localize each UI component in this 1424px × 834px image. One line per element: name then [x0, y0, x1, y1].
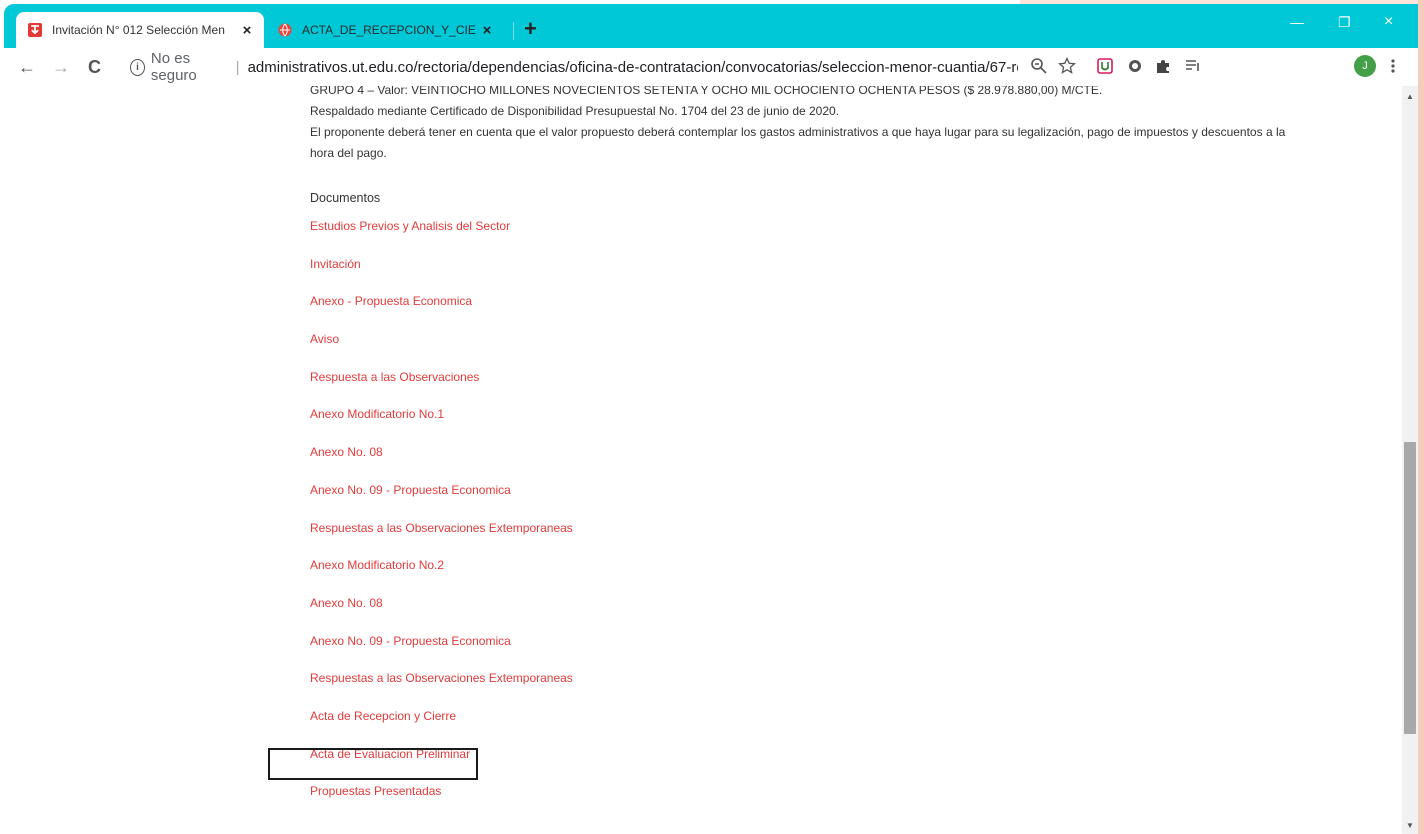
security-label: No es seguro [150, 50, 197, 84]
highlight-box [268, 748, 478, 780]
close-tab-icon[interactable]: × [236, 22, 258, 39]
doc-link[interactable]: Estudios Previos y Analisis del Sector [310, 219, 510, 233]
paragraph-grupo4: GRUPO 4 – Valor: VEINTIOCHO MILLONES NOV… [310, 86, 1103, 97]
tab-invitacion[interactable]: Invitación N° 012 Selección Men × [16, 12, 264, 48]
minimize-button[interactable]: — [1290, 12, 1304, 32]
close-tab-icon[interactable]: × [476, 22, 498, 39]
tab-bar: Invitación N° 012 Selección Men × ACTA_D… [4, 4, 1418, 48]
maximize-button[interactable]: ❐ [1338, 12, 1351, 32]
circle-extension-icon[interactable] [1126, 57, 1144, 75]
paragraph-certificado: Respaldado mediante Certificado de Dispo… [310, 104, 840, 118]
article-column: GRUPO 4 – Valor: VEINTIOCHO MILLONES NOV… [310, 86, 1310, 822]
scroll-up-arrow[interactable]: ▲ [1406, 92, 1414, 101]
page-content: GRUPO 4 – Valor: VEINTIOCHO MILLONES NOV… [4, 86, 1402, 834]
doc-link[interactable]: Respuesta a las Observaciones [310, 370, 479, 384]
browser-toolbar: ← → C i No es seguro | administrativos.u… [4, 48, 1418, 87]
doc-link[interactable]: Aviso [310, 332, 339, 346]
documents-list: Estudios Previos y Analisis del Sector I… [310, 219, 1310, 822]
tab-acta-recepcion[interactable]: ACTA_DE_RECEPCION_Y_CIERRE_ × [266, 12, 504, 48]
globe-icon [278, 23, 292, 37]
doc-link[interactable]: Anexo Modificatorio No.1 [310, 407, 444, 421]
scroll-down-arrow[interactable]: ▼ [1406, 821, 1414, 830]
doc-link[interactable]: Acta de Recepcion y Cierre [310, 709, 456, 723]
address-divider: | [235, 58, 240, 76]
paragraph-proponente: El proponente deberá tener en cuenta que… [310, 125, 1286, 160]
doc-link[interactable]: Respuestas a las Observaciones Extempora… [310, 521, 573, 535]
scrollbar-thumb[interactable] [1404, 442, 1416, 734]
ut-logo-icon [28, 23, 42, 37]
tab-separator [513, 22, 514, 40]
info-icon[interactable]: i [130, 58, 145, 76]
desktop-edge-strip [1418, 0, 1424, 834]
doc-link[interactable]: Anexo No. 09 - Propuesta Economica [310, 483, 511, 497]
zoom-icon[interactable] [1030, 57, 1048, 75]
star-icon[interactable] [1058, 57, 1076, 75]
doc-link-propuestas-presentadas[interactable]: Propuestas Presentadas [310, 784, 441, 798]
vertical-scrollbar[interactable]: ▲ ▼ [1402, 86, 1418, 834]
documents-heading: Documentos [310, 191, 381, 205]
doc-link[interactable]: Anexo - Propuesta Economica [310, 294, 472, 308]
doc-link[interactable]: Anexo Modificatorio No.2 [310, 558, 444, 572]
reload-button[interactable]: C [88, 56, 101, 78]
doc-link[interactable]: Respuestas a las Observaciones Extempora… [310, 671, 573, 685]
forward-button[interactable]: → [52, 56, 70, 78]
doc-link[interactable]: Anexo No. 08 [310, 596, 383, 610]
menu-dots-icon[interactable] [1388, 57, 1398, 75]
doc-link[interactable]: Anexo No. 09 - Propuesta Economica [310, 634, 511, 648]
address-bar[interactable]: i No es seguro | administrativos.ut.edu.… [122, 50, 1018, 84]
doc-link[interactable]: Invitación [310, 257, 361, 271]
doc-link[interactable]: Anexo No. 08 [310, 445, 383, 459]
close-window-button[interactable]: × [1384, 12, 1393, 32]
shield-extension-icon[interactable] [1096, 57, 1114, 75]
media-queue-icon[interactable] [1184, 57, 1202, 75]
back-button[interactable]: ← [18, 56, 36, 78]
puzzle-extensions-icon[interactable] [1154, 57, 1172, 75]
new-tab-button[interactable]: + [524, 18, 537, 40]
profile-avatar[interactable]: J [1354, 55, 1376, 77]
tab-title: ACTA_DE_RECEPCION_Y_CIERRE_ [302, 23, 476, 37]
url-text[interactable]: administrativos.ut.edu.co/rectoria/depen… [248, 59, 1018, 76]
tab-title: Invitación N° 012 Selección Men [52, 23, 225, 37]
